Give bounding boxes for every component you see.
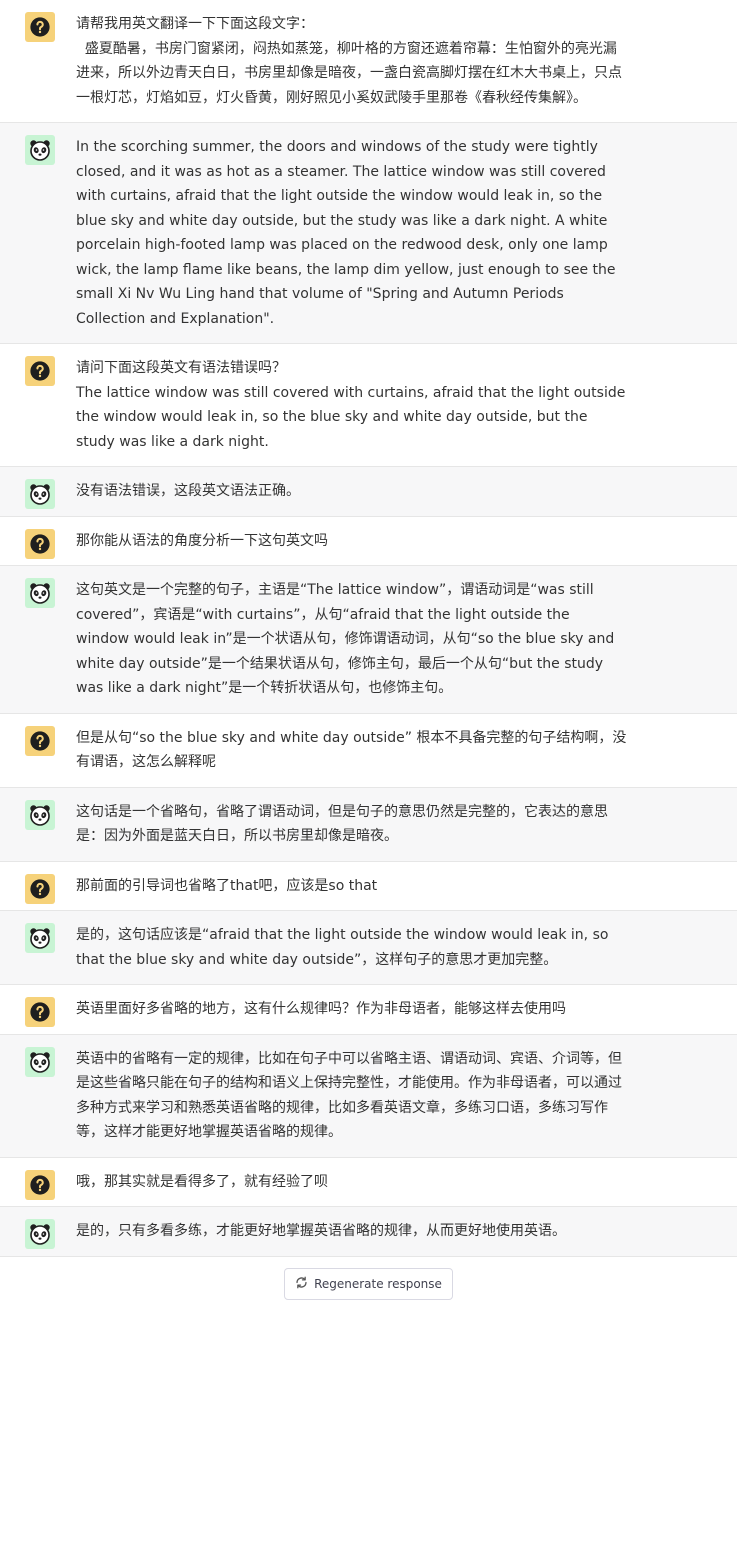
question-mark-icon <box>25 356 55 386</box>
message-text: 是的，只有多看多练，才能更好地掌握英语省略的规律，从而更好地使用英语。 <box>76 1223 566 1239</box>
message-text: 英语里面好多省略的地方，这有什么规律吗？作为非母语者，能够这样去使用吗 <box>76 1001 566 1017</box>
panda-icon <box>25 799 55 830</box>
user-message: 但是从句“so the blue sky and white day outsi… <box>0 713 737 788</box>
panda-icon <box>25 578 55 608</box>
panda-icon <box>25 479 55 509</box>
panda-icon <box>25 1219 55 1249</box>
message-text: 那前面的引导词也省略了that吧，应该是so that <box>76 877 378 894</box>
message-text: 这句话是一个省略句，省略了谓语动词，但是句子的意思仍然是完整的，它表达的意思是：… <box>76 803 608 845</box>
user-message: 请帮我用英文翻译一下下面这段文字： 盛夏酷暑，书房门窗紧闭，闷热如蒸笼，柳叶格的… <box>0 0 737 123</box>
user-message: 那前面的引导词也省略了that吧，应该是so that <box>0 861 737 911</box>
assistant-message: 英语中的省略有一定的规律，比如在句子中可以省略主语、谓语动词、宾语、介词等，但是… <box>0 1034 737 1158</box>
refresh-icon <box>295 1276 308 1292</box>
message-text: 哦，那其实就是看得多了，就有经验了呗 <box>76 1173 328 1190</box>
question-mark-icon <box>25 873 55 904</box>
panda-icon <box>25 923 55 953</box>
assistant-message: 这句话是一个省略句，省略了谓语动词，但是句子的意思仍然是完整的，它表达的意思是：… <box>0 787 737 862</box>
panda-icon <box>25 1046 55 1077</box>
message-text: 这句英文是一个完整的句子，主语是“The lattice window”，谓语动… <box>76 582 619 696</box>
footer-bar: Regenerate response <box>0 1256 737 1312</box>
assistant-message: 这句英文是一个完整的句子，主语是“The lattice window”，谓语动… <box>0 566 737 714</box>
user-message: 哦，那其实就是看得多了，就有经验了呗 <box>0 1157 737 1207</box>
question-mark-icon <box>25 1169 55 1200</box>
user-message: 请问下面这段英文有语法错误吗？ The lattice window was s… <box>0 344 737 467</box>
message-text: 没有语法错误，这段英文语法正确。 <box>76 483 300 499</box>
user-message: 那你能从语法的角度分析一下这句英文吗 <box>0 516 737 566</box>
message-text: 请问下面这段英文有语法错误吗？ The lattice window was s… <box>76 360 626 450</box>
assistant-message: In the scorching summer, the doors and w… <box>0 123 737 344</box>
regenerate-response-button[interactable]: Regenerate response <box>284 1268 453 1300</box>
question-mark-icon <box>25 528 55 559</box>
question-mark-icon <box>25 12 55 42</box>
question-mark-icon <box>25 725 55 756</box>
user-message: 英语里面好多省略的地方，这有什么规律吗？作为非母语者，能够这样去使用吗 <box>0 985 737 1035</box>
message-text: 英语中的省略有一定的规律，比如在句子中可以省略主语、谓语动词、宾语、介词等，但是… <box>76 1050 622 1141</box>
assistant-message: 是的，这句话应该是“afraid that the light outside … <box>0 911 737 985</box>
question-mark-icon <box>25 997 55 1027</box>
message-text: In the scorching summer, the doors and w… <box>76 139 620 327</box>
regenerate-label: Regenerate response <box>314 1277 442 1291</box>
message-text: 是的，这句话应该是“afraid that the light outside … <box>76 927 613 968</box>
assistant-message: 没有语法错误，这段英文语法正确。 <box>0 467 737 517</box>
assistant-message: 是的，只有多看多练，才能更好地掌握英语省略的规律，从而更好地使用英语。 <box>0 1207 737 1257</box>
message-text: 但是从句“so the blue sky and white day outsi… <box>76 729 627 771</box>
message-text: 请帮我用英文翻译一下下面这段文字： 盛夏酷暑，书房门窗紧闭，闷热如蒸笼，柳叶格的… <box>76 16 622 106</box>
message-text: 那你能从语法的角度分析一下这句英文吗 <box>76 532 328 549</box>
panda-icon <box>25 135 55 165</box>
chat-log: 请帮我用英文翻译一下下面这段文字： 盛夏酷暑，书房门窗紧闭，闷热如蒸笼，柳叶格的… <box>0 0 737 1257</box>
